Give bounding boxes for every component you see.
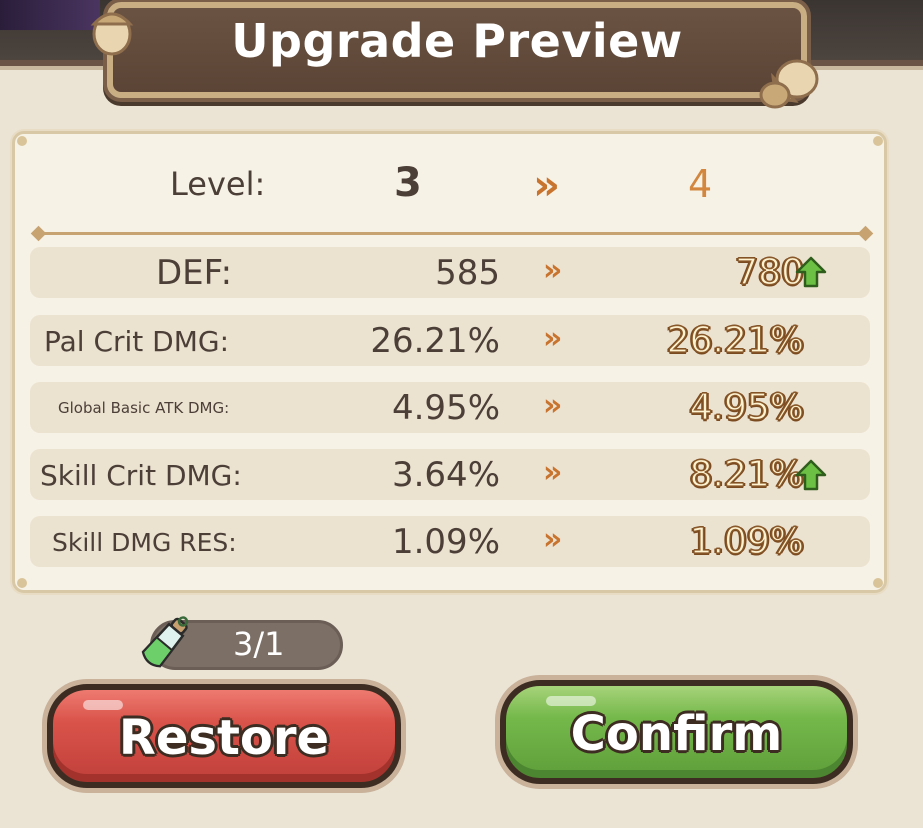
button-shine <box>546 696 596 706</box>
stat-arrow-icon: » <box>543 455 563 490</box>
panel-corner <box>873 136 883 146</box>
stat-new-value: 1.09% <box>689 520 805 562</box>
stat-new-value: 26.21% <box>666 319 804 361</box>
page-title: Upgrade Preview <box>231 14 683 68</box>
stat-current-value: 4.95% <box>391 388 500 428</box>
divider <box>38 232 866 235</box>
stat-row-pal-crit-dmg: Pal Crit DMG: 26.21% » 26.21% <box>30 315 870 366</box>
upgrade-preview-screen: Upgrade Preview Level: 3 » 4 DEF: 585 » … <box>0 0 923 828</box>
confirm-button-label: Confirm <box>570 706 783 762</box>
stat-new-value: 4.95% <box>689 386 805 428</box>
stat-arrow-icon: » <box>543 321 563 356</box>
stat-current-value: 3.64% <box>391 455 500 495</box>
stat-row-global-basic-atk-dmg: Global Basic ATK DMG: 4.95% » 4.95% <box>30 382 870 433</box>
stat-row-skill-crit-dmg: Skill Crit DMG: 3.64% » 8.21% <box>30 449 870 500</box>
stat-label: Skill DMG RES: <box>52 528 237 557</box>
cost-count: 3/1 <box>233 625 285 663</box>
level-label: Level: <box>170 165 266 203</box>
stat-current-value: 1.09% <box>391 522 500 562</box>
stat-current-value: 585 <box>435 253 500 293</box>
potion-bottle-icon <box>141 616 189 668</box>
stat-current-value: 26.21% <box>370 321 500 361</box>
panel-corner <box>17 578 27 588</box>
level-arrow-icon: » <box>533 160 561 209</box>
increase-arrow-icon <box>795 459 827 491</box>
background-corner <box>0 0 100 30</box>
stat-arrow-icon: » <box>543 522 563 557</box>
stat-new-value: 8.21% <box>689 453 805 495</box>
stat-label: Skill Crit DMG: <box>40 459 242 492</box>
stat-label: Global Basic ATK DMG: <box>58 399 230 417</box>
button-shine <box>83 700 123 710</box>
restore-button-label: Restore <box>118 710 330 766</box>
stat-arrow-icon: » <box>543 388 563 423</box>
level-current: 3 <box>394 160 422 206</box>
increase-arrow-icon <box>795 256 827 288</box>
stat-row-def: DEF: 585 » 780 <box>30 247 870 298</box>
restore-button[interactable]: Restore <box>47 684 401 788</box>
panel-corner <box>873 578 883 588</box>
confirm-button[interactable]: Confirm <box>500 680 853 784</box>
stat-arrow-icon: » <box>543 253 563 288</box>
level-next: 4 <box>688 162 713 206</box>
stat-row-skill-dmg-res: Skill DMG RES: 1.09% » 1.09% <box>30 516 870 567</box>
stat-label: DEF: <box>156 253 233 293</box>
stat-label: Pal Crit DMG: <box>44 325 230 358</box>
panel-corner <box>17 136 27 146</box>
